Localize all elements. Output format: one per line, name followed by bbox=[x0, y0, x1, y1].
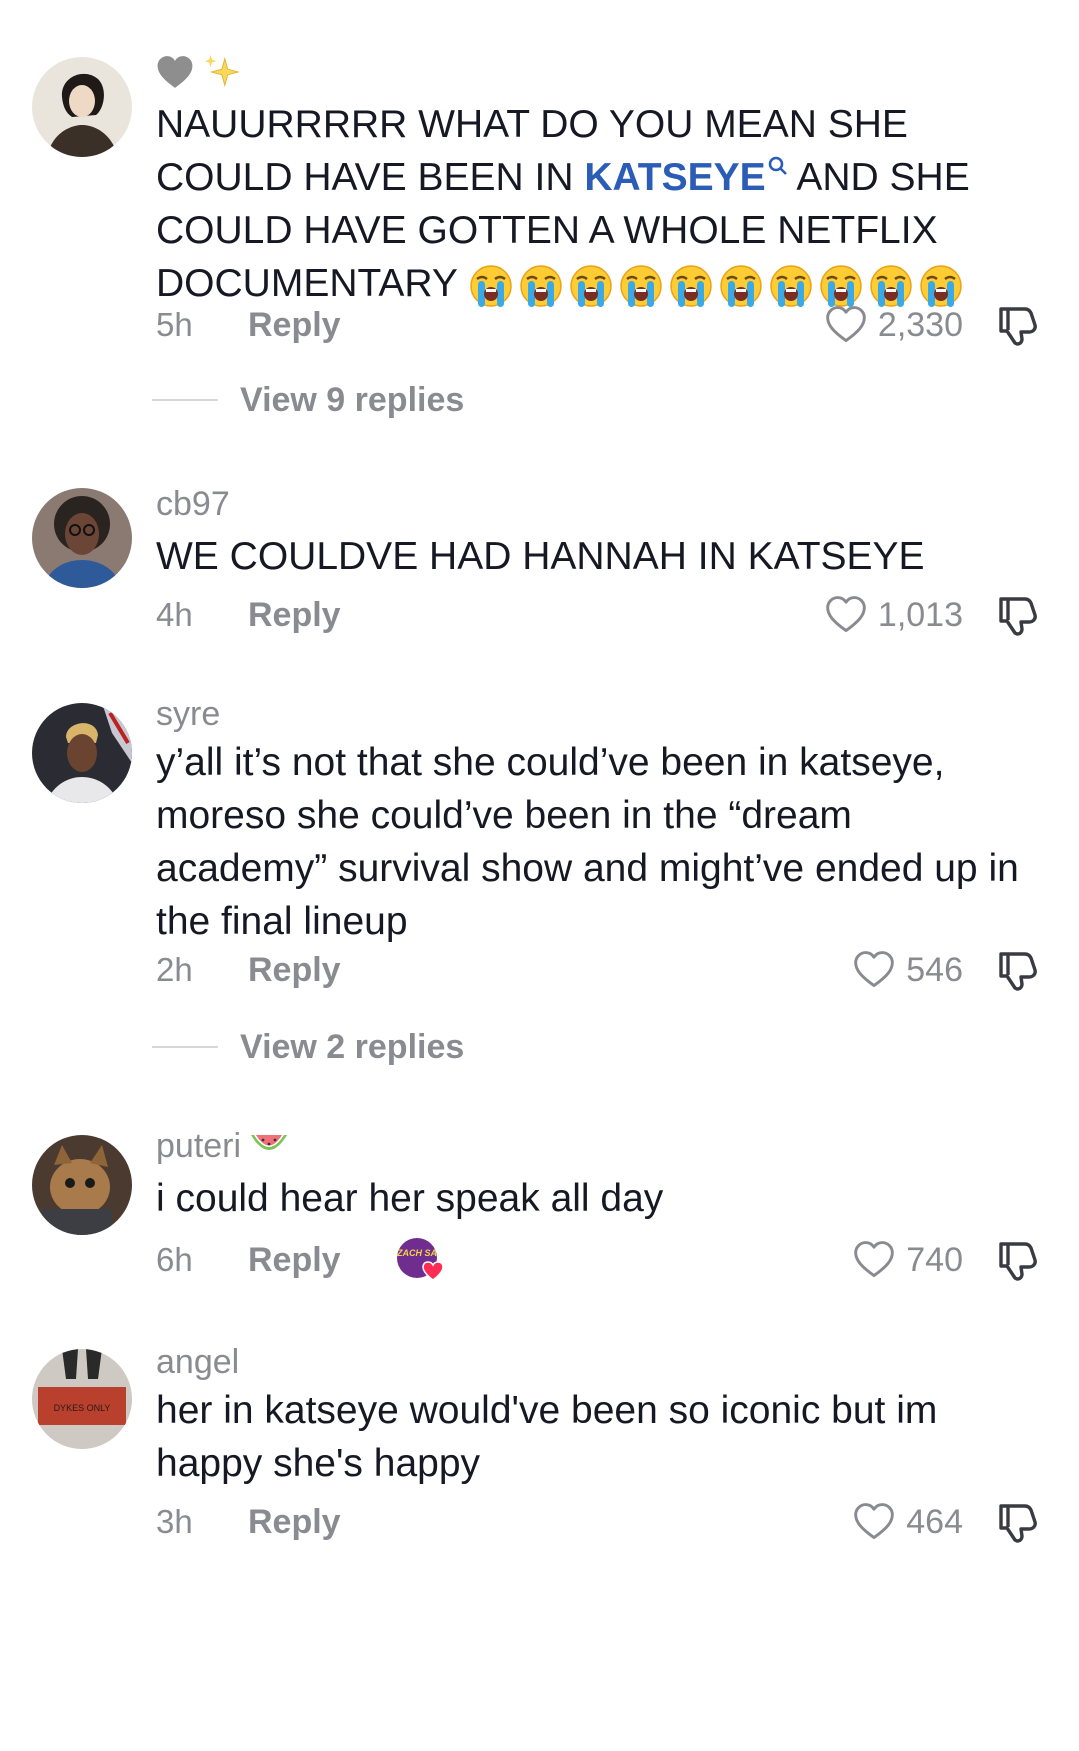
creator-liked-badge: ZACH SA bbox=[396, 1236, 445, 1284]
heart-icon bbox=[824, 593, 868, 637]
dislike-icon[interactable] bbox=[995, 948, 1039, 992]
comment-text: i could hear her speak all day bbox=[156, 1177, 664, 1220]
search-icon bbox=[768, 156, 787, 175]
like-count: 2,330 bbox=[877, 305, 963, 344]
view-replies-button[interactable]: View 2 replies bbox=[152, 1022, 464, 1072]
timestamp: 6h bbox=[156, 1241, 193, 1278]
like-count: 464 bbox=[906, 1502, 963, 1541]
like-button[interactable]: 740 bbox=[852, 1238, 963, 1282]
dislike-icon[interactable] bbox=[995, 1238, 1039, 1282]
like-button[interactable]: 546 bbox=[852, 948, 963, 992]
comment-text: y’all it’s not that she could’ve been in… bbox=[156, 741, 1019, 943]
reply-button[interactable]: Reply bbox=[248, 951, 341, 990]
comment-text: her in katseye would've been so iconic b… bbox=[156, 1389, 938, 1485]
username[interactable] bbox=[156, 50, 1039, 94]
username[interactable]: cb97 bbox=[156, 482, 1039, 526]
dislike-icon[interactable] bbox=[995, 1500, 1039, 1544]
avatar[interactable] bbox=[32, 488, 132, 588]
view-replies-button[interactable]: View 9 replies bbox=[152, 375, 464, 425]
timestamp: 2h bbox=[156, 951, 193, 988]
like-button[interactable]: 464 bbox=[852, 1500, 963, 1544]
watermelon-icon bbox=[251, 1135, 288, 1150]
reply-button[interactable]: Reply bbox=[248, 306, 341, 345]
like-button[interactable]: 1,013 bbox=[824, 593, 963, 637]
avatar[interactable] bbox=[32, 703, 132, 803]
dislike-icon[interactable] bbox=[995, 593, 1039, 637]
timestamp: 3h bbox=[156, 1503, 193, 1540]
reply-button[interactable]: Reply bbox=[248, 1241, 341, 1280]
avatar[interactable] bbox=[32, 57, 132, 157]
timestamp: 4h bbox=[156, 596, 193, 633]
heart-icon bbox=[852, 1500, 896, 1544]
like-count: 1,013 bbox=[877, 595, 963, 634]
reply-button[interactable]: Reply bbox=[248, 1503, 341, 1542]
divider-line bbox=[152, 1046, 218, 1048]
username[interactable]: puteri bbox=[156, 1124, 1039, 1168]
timestamp: 5h bbox=[156, 306, 193, 343]
doormat-text: DYKES ONLY bbox=[54, 1403, 111, 1413]
username[interactable]: syre bbox=[156, 692, 1039, 736]
username[interactable]: angel bbox=[156, 1340, 1039, 1384]
creator-badge-text: ZACH SA bbox=[397, 1248, 437, 1258]
avatar[interactable]: DYKES ONLY bbox=[32, 1349, 132, 1449]
like-button[interactable]: 2,330 bbox=[824, 303, 963, 347]
dislike-icon[interactable] bbox=[995, 303, 1039, 347]
sparkles-icon bbox=[204, 54, 240, 88]
comment-text: WE COULDVE HAD HANNAH IN KATSEYE bbox=[156, 535, 925, 578]
heart-icon bbox=[824, 303, 868, 347]
katseye-search-link[interactable]: KATSEYE bbox=[584, 156, 787, 199]
avatar[interactable] bbox=[32, 1135, 132, 1235]
comment-text: NAUURRRRR WHAT DO YOU MEAN SHE COULD HAV… bbox=[156, 98, 996, 310]
like-count: 546 bbox=[906, 950, 963, 989]
heart-icon bbox=[852, 1238, 896, 1282]
like-count: 740 bbox=[906, 1240, 963, 1279]
heart-icon bbox=[852, 948, 896, 992]
grey-heart-icon bbox=[157, 56, 193, 88]
divider-line bbox=[152, 399, 218, 401]
reply-button[interactable]: Reply bbox=[248, 596, 341, 635]
